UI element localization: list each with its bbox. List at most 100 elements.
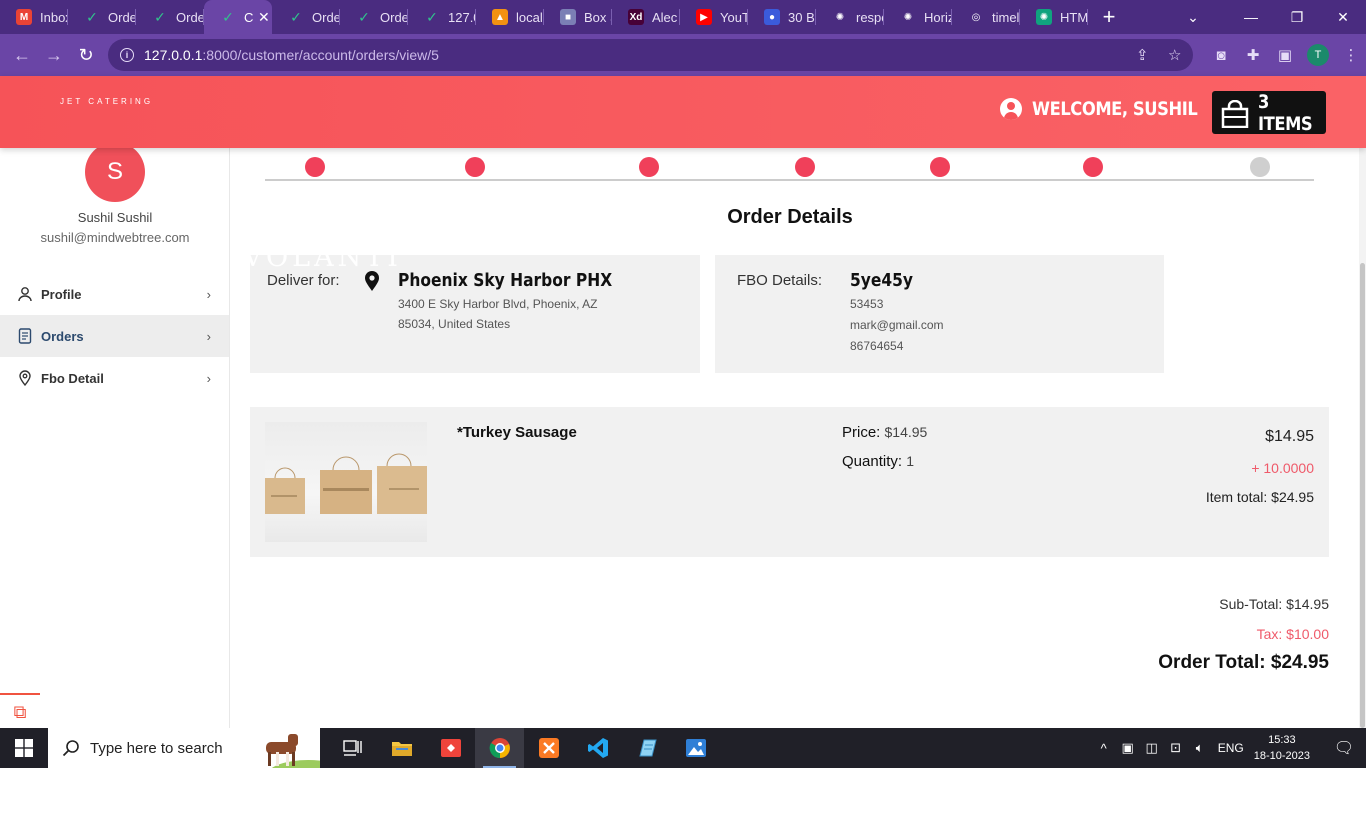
browser-tab[interactable]: ✓ Order <box>68 0 136 34</box>
site-header: VOLANTI JET CATERING WELCOME, SUSHIL ⌄ 3… <box>0 76 1366 271</box>
browser-toolbar: ← → ↻ i 127.0.0.1:8000/customer/account/… <box>0 34 1366 76</box>
page-title: Order Details <box>727 206 853 228</box>
openai-icon: ✺ <box>900 9 916 25</box>
bookmark-star-icon[interactable]: ☆ <box>1168 46 1181 64</box>
tab-title: YouTu <box>720 9 748 25</box>
account-sidebar: S Sushil Sushil sushil@mindwebtree.com P… <box>0 142 230 729</box>
tab-title: Orde <box>380 9 408 25</box>
chevron-right-icon: › <box>206 328 211 344</box>
windows-start-button[interactable] <box>0 728 48 768</box>
sidebar-item-fbo-detail[interactable]: Fbo Detail › <box>0 357 229 399</box>
back-button[interactable]: ← <box>6 39 38 71</box>
tab-title: Box S <box>584 9 612 25</box>
new-tab-button[interactable]: + <box>1092 0 1126 34</box>
search-placeholder: Type here to search <box>90 739 223 757</box>
browser-tab[interactable]: ✓ Orde <box>272 0 340 34</box>
user-icon <box>18 287 32 302</box>
check-icon: ✓ <box>290 8 302 25</box>
laravel-debugbar-icon[interactable]: ⧉ <box>0 693 40 729</box>
url-text[interactable]: 127.0.0.1:8000/customer/account/orders/v… <box>144 47 439 63</box>
volanti-logo[interactable]: VOLANTI JET CATERING <box>12 97 398 271</box>
cart-button[interactable]: 3 ITEMS <box>1212 90 1326 135</box>
order-progress-tracker <box>265 157 1314 181</box>
progress-step-complete <box>1083 157 1103 177</box>
tab-strip: M Inbox ✓ Order ✓ Orde ✓ C✕ ✓ Orde ✓ Orde ✓ 127.0 ▲ loc… <box>0 0 1088 34</box>
chrome-icon: ◎ <box>968 9 984 25</box>
openai-icon: ✺ <box>832 9 848 25</box>
browser-tab[interactable]: ■ Box S <box>544 0 612 34</box>
profile-avatar[interactable]: T <box>1307 44 1329 66</box>
address-bar[interactable]: i 127.0.0.1:8000/customer/account/orders… <box>108 39 1193 71</box>
side-panel-icon[interactable]: ▣ <box>1269 42 1301 68</box>
xd-icon: Xd <box>628 9 644 25</box>
browser-tab[interactable]: ✓ Orde <box>340 0 408 34</box>
more-menu-icon[interactable]: ⋮ <box>1335 42 1366 68</box>
browser-tab[interactable]: ◎ timel <box>952 0 1020 34</box>
url-path: :8000/customer/account/orders/view/5 <box>202 47 439 63</box>
tab-title: respo <box>856 9 884 25</box>
sidebar-item-label: Profile <box>41 286 82 302</box>
forward-button[interactable]: → <box>38 39 70 71</box>
user-avatar: S <box>85 142 145 202</box>
browser-tab[interactable]: ● 30 Be <box>748 0 816 34</box>
document-icon <box>18 328 32 344</box>
browser-tab[interactable]: M Inbox <box>0 0 68 34</box>
browser-tab[interactable]: ▲ localh <box>476 0 544 34</box>
extensions-puzzle-icon[interactable]: ✚ <box>1237 42 1269 68</box>
chevron-right-icon: › <box>206 370 211 386</box>
window-controls: ⌄ — ❐ ✕ <box>1158 0 1366 34</box>
tab-title: Orde <box>176 9 204 25</box>
tab-title: Alec <box>652 9 678 25</box>
restore-button[interactable]: ❐ <box>1274 0 1320 34</box>
globe-icon: ● <box>764 9 780 25</box>
reload-button[interactable]: ↻ <box>70 39 102 71</box>
pma-icon: ▲ <box>492 9 508 25</box>
box-icon: ■ <box>560 9 576 25</box>
sidebar-item-label: Fbo Detail <box>41 370 104 386</box>
logo-tagline: JET CATERING <box>60 97 154 106</box>
tab-title: 127.0 <box>448 9 476 25</box>
close-tab-icon[interactable]: ✕ <box>258 9 270 26</box>
progress-step-complete <box>465 157 485 177</box>
browser-tab-bar: MInbox✓Order✓Orde✓C✕✓Orde✓Orde✓127.0▲loc… <box>0 0 1366 34</box>
tab-title: localh <box>516 9 544 25</box>
check-icon: ✓ <box>222 8 234 25</box>
tab-title: 30 Be <box>788 9 816 25</box>
minimize-button[interactable]: — <box>1228 0 1274 34</box>
tab-title: C <box>244 9 254 25</box>
windows-logo-icon <box>15 739 33 757</box>
camera-extension-icon[interactable]: ◙ <box>1205 42 1237 68</box>
account-menu-list: Profile › Orders › Fbo Detail › <box>0 273 229 399</box>
check-icon: ✓ <box>86 8 98 25</box>
tab-search-icon[interactable]: ⌄ <box>1158 0 1228 34</box>
tab-title: Inbox <box>40 9 68 25</box>
account-menu[interactable]: WELCOME, SUSHIL ⌄ <box>1000 98 1222 120</box>
cart-count: 3 ITEMS <box>1258 90 1313 135</box>
check-icon: ✓ <box>358 8 370 25</box>
chevron-right-icon: › <box>206 286 211 302</box>
sidebar-item-profile[interactable]: Profile › <box>0 273 229 315</box>
progress-step-complete <box>930 157 950 177</box>
progress-step-complete <box>795 157 815 177</box>
browser-tab[interactable]: ✓ 127.0 <box>408 0 476 34</box>
browser-tab[interactable]: ✺ Horiz <box>884 0 952 34</box>
sidebar-item-orders[interactable]: Orders › <box>0 315 229 357</box>
user-circle-icon <box>1000 98 1022 120</box>
tab-title: Order <box>108 9 136 25</box>
browser-tab[interactable]: ✺ respo <box>816 0 884 34</box>
user-email: sushil@mindwebtree.com <box>40 230 190 245</box>
browser-tab[interactable]: ✺ HTML <box>1020 0 1088 34</box>
browser-tab[interactable]: ✓ Orde <box>136 0 204 34</box>
welcome-text: WELCOME, SUSHIL <box>1032 98 1198 120</box>
site-info-icon[interactable]: i <box>120 48 134 62</box>
logo-wordmark: VOLANTI <box>243 242 402 273</box>
chatgpt-icon: ✺ <box>1036 9 1052 25</box>
progress-step-complete <box>305 157 325 177</box>
browser-tab[interactable]: ✓ C ✕ <box>204 0 272 34</box>
check-icon: ✓ <box>426 8 438 25</box>
share-icon[interactable]: ⇪ <box>1136 46 1149 64</box>
user-name: Sushil Sushil <box>77 210 153 225</box>
browser-tab[interactable]: Xd Alec <box>612 0 680 34</box>
close-window-button[interactable]: ✕ <box>1320 0 1366 34</box>
browser-tab[interactable]: ▶ YouTu <box>680 0 748 34</box>
